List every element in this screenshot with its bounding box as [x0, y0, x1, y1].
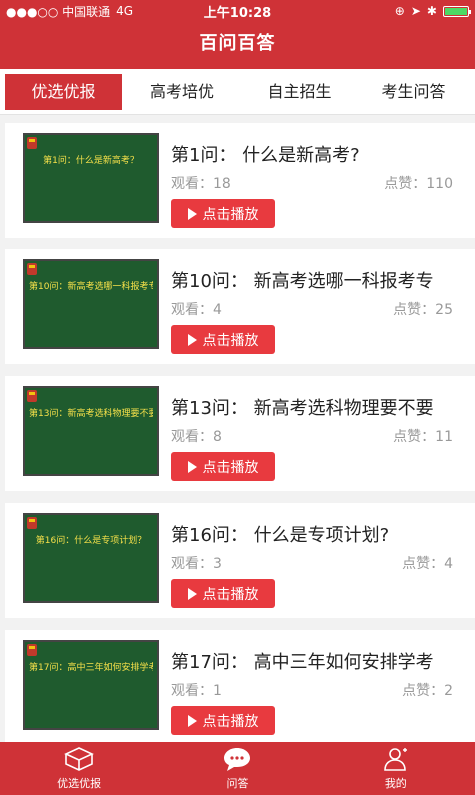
school-logo-icon [27, 517, 37, 529]
like-count: 点赞：2 [402, 683, 453, 699]
list-item[interactable]: 第13问：新高考选科物理要不要选？ 第13问： 新高考选科物理要不要 观看：8 点… [5, 376, 475, 491]
user-icon [384, 748, 407, 771]
view-count: 观看：1 [171, 683, 222, 699]
nav-tab-wenda[interactable]: 问答 [158, 742, 316, 795]
play-icon [187, 207, 197, 220]
video-thumbnail[interactable]: 第10问：新高考选哪一科报考专业最多？ [23, 259, 159, 349]
video-thumbnail[interactable]: 第1问：什么是新高考？ [23, 133, 159, 223]
play-button[interactable]: 点击播放 [171, 579, 275, 608]
play-label: 点击播放 [202, 332, 259, 349]
play-label: 点击播放 [202, 713, 259, 730]
like-count: 点赞：25 [393, 302, 453, 318]
thumbnail-caption: 第1问：什么是新高考？ [43, 156, 139, 166]
play-icon [187, 333, 197, 346]
play-label: 点击播放 [202, 586, 259, 603]
play-label: 点击播放 [202, 459, 259, 476]
question-title: 第13问： 新高考选科物理要不要 [171, 398, 434, 419]
like-count: 点赞：4 [402, 556, 453, 572]
clock: 上午10:28 [203, 5, 272, 21]
list-item[interactable]: 第1问：什么是新高考？ 第1问： 什么是新高考? 观看：18 点赞：110 点击播… [5, 123, 475, 238]
page-title: 百问百答 [199, 33, 276, 54]
thumbnail-caption: 第17问：高中三年如何安排学考和选考？ [29, 663, 153, 673]
school-logo-icon [27, 390, 37, 402]
play-button[interactable]: 点击播放 [171, 325, 275, 354]
list-item[interactable]: 第16问：什么是专项计划？ 第16问： 什么是专项计划? 观看：3 点赞：4 点击… [5, 503, 475, 618]
tab-gaokao-peiyou[interactable]: 高考培优 [122, 74, 242, 110]
status-bar: ●●●○○ 中国联通 4G 上午10:28 ⊕ ➤ ✱ [0, 0, 475, 22]
nav-tab-mine[interactable]: 我的 [317, 742, 475, 795]
school-logo-icon [27, 137, 37, 149]
question-title: 第16问： 什么是专项计划? [171, 525, 390, 546]
play-icon [187, 460, 197, 473]
nav-label: 问答 [226, 777, 249, 790]
tab-kaosheng-wenda[interactable]: 考生问答 [357, 74, 470, 110]
lock-rotation-icon: ⊕ [394, 4, 405, 18]
play-label: 点击播放 [202, 206, 259, 223]
qa-list: 第1问：什么是新高考？ 第1问： 什么是新高考? 观看：18 点赞：110 点击播… [0, 115, 475, 742]
like-count: 点赞：110 [384, 176, 453, 192]
video-thumbnail[interactable]: 第17问：高中三年如何安排学考和选考？ [23, 640, 159, 730]
school-logo-icon [27, 263, 37, 275]
view-count: 观看：8 [171, 429, 222, 445]
carrier-label: ●●●○○ 中国联通 [6, 4, 111, 19]
view-count: 观看：4 [171, 302, 222, 318]
tab-zizhu-zhaosheng[interactable]: 自主招生 [242, 74, 357, 110]
bluetooth-icon: ✱ [426, 4, 437, 18]
nav-tab-youxuan[interactable]: 优选优报 [0, 742, 158, 795]
thumbnail-caption: 第10问：新高考选哪一科报考专业最多？ [29, 282, 153, 292]
bottom-nav: 优选优报 问答 我的 [0, 742, 475, 795]
video-thumbnail[interactable]: 第16问：什么是专项计划？ [23, 513, 159, 603]
battery-icon [442, 5, 471, 17]
view-count: 观看：18 [171, 176, 231, 192]
question-title: 第10问： 新高考选哪一科报考专 [171, 271, 434, 292]
play-icon [187, 714, 197, 727]
list-item[interactable]: 第17问：高中三年如何安排学考和选考？ 第17问： 高中三年如何安排学考 观看：… [5, 630, 475, 742]
chat-icon [224, 748, 251, 771]
nav-label: 优选优报 [57, 777, 102, 790]
box-icon [64, 747, 95, 771]
thumbnail-caption: 第13问：新高考选科物理要不要选？ [29, 409, 153, 419]
play-button[interactable]: 点击播放 [171, 452, 275, 481]
like-count: 点赞：11 [393, 429, 453, 445]
app-header: ●●●○○ 中国联通 4G 上午10:28 ⊕ ➤ ✱ 百问百答 [0, 0, 475, 69]
network-label: 4G [116, 4, 134, 18]
play-icon [187, 587, 197, 600]
video-thumbnail[interactable]: 第13问：新高考选科物理要不要选？ [23, 386, 159, 476]
list-item[interactable]: 第10问：新高考选哪一科报考专业最多？ 第10问： 新高考选哪一科报考专 观看：… [5, 249, 475, 364]
play-button[interactable]: 点击播放 [171, 199, 275, 228]
tab-youxuan[interactable]: 优选优报 [5, 73, 122, 110]
category-tabs: 优选优报 高考培优 自主招生 考生问答 [0, 69, 475, 115]
view-count: 观看：3 [171, 556, 222, 572]
nav-label: 我的 [384, 777, 407, 790]
play-button[interactable]: 点击播放 [171, 706, 275, 735]
thumbnail-caption: 第16问：什么是专项计划？ [35, 536, 147, 546]
school-logo-icon [27, 644, 37, 656]
question-title: 第1问： 什么是新高考? [171, 145, 360, 166]
question-title: 第17问： 高中三年如何安排学考 [171, 652, 434, 673]
location-icon: ➤ [410, 4, 421, 18]
